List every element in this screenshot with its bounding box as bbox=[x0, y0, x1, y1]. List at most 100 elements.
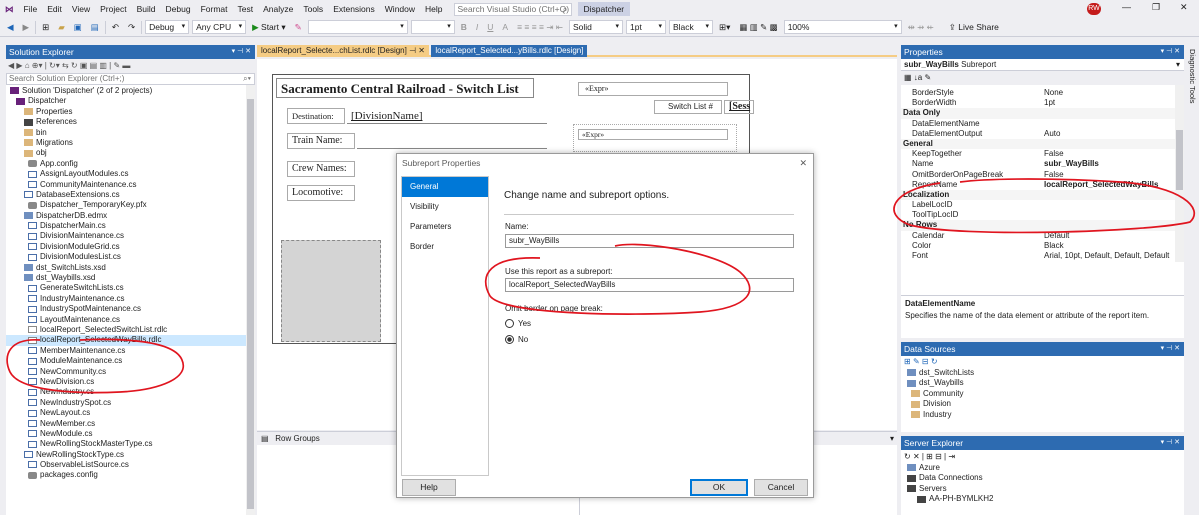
font-color-icon[interactable]: A bbox=[499, 20, 511, 35]
nav-border[interactable]: Border bbox=[402, 237, 488, 257]
tree-item[interactable]: DispatcherMain.cs bbox=[6, 221, 255, 231]
tree-item[interactable]: NewCommunity.cs bbox=[6, 367, 255, 377]
tree-item[interactable]: DispatcherDB.edmx bbox=[6, 211, 255, 221]
menu-debug[interactable]: Debug bbox=[161, 0, 196, 18]
tree-item[interactable]: dst_SwitchLists.xsd bbox=[6, 263, 255, 273]
menu-file[interactable]: File bbox=[19, 0, 43, 18]
tree-item[interactable]: ModuleMaintenance.cs bbox=[6, 356, 255, 366]
underline-icon[interactable]: U bbox=[484, 20, 496, 35]
configure-icon[interactable]: ⊟ bbox=[922, 357, 929, 366]
use-report-input[interactable]: localReport_SelectedWayBills bbox=[505, 278, 794, 292]
menu-test[interactable]: Test bbox=[233, 0, 259, 18]
server-explorer-item[interactable]: Data Connections bbox=[901, 473, 1184, 483]
properties-scrollbar[interactable] bbox=[1175, 85, 1184, 262]
tree-item[interactable]: Dispatcher_TemporaryKey.pfx bbox=[6, 200, 255, 210]
platform-select[interactable]: Any CPU bbox=[192, 20, 247, 34]
font-family-select[interactable] bbox=[307, 20, 408, 34]
tree-item[interactable]: Dispatcher bbox=[6, 96, 255, 106]
edit-data-source-icon[interactable]: ✎ bbox=[913, 357, 920, 366]
nav-visibility[interactable]: Visibility bbox=[402, 197, 488, 217]
diagnostic-tools-side-tab[interactable]: Diagnostic Tools bbox=[1186, 45, 1198, 195]
dialog-close-icon[interactable]: ✕ bbox=[799, 154, 807, 172]
property-row[interactable]: DataElementName bbox=[901, 119, 1184, 129]
tree-item[interactable]: NewModule.cs bbox=[6, 429, 255, 439]
tree-item[interactable]: DatabaseExtensions.cs bbox=[6, 190, 255, 200]
locomotive-label[interactable]: Locomotive: bbox=[287, 185, 355, 201]
property-row[interactable]: BorderStyle None bbox=[901, 88, 1184, 98]
menu-extensions[interactable]: Extensions bbox=[328, 0, 380, 18]
tree-item[interactable]: App.config bbox=[6, 159, 255, 169]
redo-icon[interactable]: ↷ bbox=[125, 20, 138, 35]
destination-value[interactable]: [DivisionName] bbox=[347, 108, 547, 124]
property-category[interactable]: Data Only bbox=[901, 108, 1184, 119]
undo-icon[interactable]: ↶ bbox=[109, 20, 122, 35]
solution-scrollbar[interactable] bbox=[246, 85, 255, 515]
cancel-button[interactable]: Cancel bbox=[754, 479, 808, 496]
close-icon[interactable]: ✕ bbox=[1180, 2, 1188, 13]
menu-window[interactable]: Window bbox=[380, 0, 420, 18]
data-source-item[interactable]: dst_SwitchLists bbox=[901, 368, 1184, 378]
align-layout-icons[interactable]: ⇹ ⇸ ⇷ bbox=[905, 20, 937, 35]
tree-item[interactable]: References bbox=[6, 117, 255, 127]
borders-icon[interactable]: ⊞▾ bbox=[716, 20, 733, 35]
property-row[interactable]: DataElementOutput Auto bbox=[901, 129, 1184, 139]
switch-list-label[interactable]: Switch List # bbox=[654, 100, 722, 114]
save-all-icon[interactable]: ▤ bbox=[88, 20, 102, 35]
tree-item[interactable]: MemberMaintenance.cs bbox=[6, 346, 255, 356]
refresh-icon[interactable]: ↻ bbox=[931, 357, 938, 366]
tree-item[interactable]: CommunityMaintenance.cs bbox=[6, 180, 255, 190]
nav-general[interactable]: General bbox=[402, 177, 488, 197]
help-button[interactable]: Help bbox=[402, 479, 456, 496]
connect-server-icon[interactable]: ⊟ bbox=[935, 452, 942, 461]
name-input[interactable]: subr_WayBills bbox=[505, 234, 794, 248]
font-size-select[interactable] bbox=[410, 20, 455, 34]
panel-controls-icon[interactable]: ▾ ⊣ ✕ bbox=[232, 45, 251, 59]
menu-edit[interactable]: Edit bbox=[42, 0, 67, 18]
forward-icon[interactable]: ▶ bbox=[20, 20, 33, 35]
property-value[interactable]: Default bbox=[1041, 231, 1184, 241]
tree-item[interactable]: packages.config bbox=[6, 470, 255, 480]
property-value[interactable]: Black bbox=[1041, 241, 1184, 251]
property-row[interactable]: ReportName localReport_SelectedWayBills bbox=[901, 180, 1184, 190]
grouping-dropdown-icon[interactable]: ▾ bbox=[890, 432, 894, 445]
property-value[interactable]: localReport_SelectedWayBills bbox=[1041, 180, 1184, 190]
property-value[interactable]: None bbox=[1041, 88, 1184, 98]
radio-yes[interactable]: Yes bbox=[505, 319, 531, 329]
report-layout-icons[interactable]: ▦ ▥ ✎ ▩ bbox=[736, 20, 780, 35]
tab-close-icon[interactable]: ✕ bbox=[418, 46, 425, 55]
stop-icon[interactable]: ✕ bbox=[913, 452, 920, 461]
property-value[interactable] bbox=[1041, 200, 1184, 210]
panel-controls-icon[interactable]: ▾ ⊣ ✕ bbox=[1161, 342, 1180, 356]
data-source-item[interactable]: Industry bbox=[901, 410, 1184, 420]
property-row[interactable]: Color Black bbox=[901, 241, 1184, 251]
property-category[interactable]: Localization bbox=[901, 189, 1184, 201]
live-share-button[interactable]: ⇪ Live Share bbox=[946, 20, 1002, 35]
connect-db-icon[interactable]: ⊞ bbox=[926, 452, 933, 461]
scrollbar-thumb[interactable] bbox=[247, 99, 254, 509]
expr-textbox-1[interactable]: «Expr» bbox=[578, 82, 728, 96]
property-value[interactable]: subr_WayBills bbox=[1041, 159, 1184, 169]
tree-item[interactable]: DivisionModuleGrid.cs bbox=[6, 242, 255, 252]
tree-item[interactable]: localReport_SelectedWayBills.rdlc bbox=[6, 335, 255, 346]
new-project-icon[interactable]: ⊞ bbox=[39, 20, 52, 35]
zoom-select[interactable]: 100% bbox=[783, 20, 902, 34]
property-row[interactable]: LabelLocID bbox=[901, 200, 1184, 210]
expr-textbox-2[interactable]: «Expr» bbox=[578, 129, 728, 140]
tree-item[interactable]: DivisionModulesList.cs bbox=[6, 252, 255, 262]
border-width-select[interactable]: 1pt bbox=[625, 20, 666, 34]
menu-view[interactable]: View bbox=[67, 0, 95, 18]
add-data-source-icon[interactable]: ⊞ bbox=[904, 357, 911, 366]
tree-item[interactable]: GenerateSwitchLists.cs bbox=[6, 283, 255, 293]
open-icon[interactable]: ▰ bbox=[55, 20, 68, 35]
vs-search-input[interactable]: Search Visual Studio (Ctrl+Q) ⌕ bbox=[453, 2, 572, 16]
start-button[interactable]: ▶ Start ▾ bbox=[249, 20, 289, 35]
property-row[interactable]: Calendar Default bbox=[901, 231, 1184, 241]
save-icon[interactable]: ▣ bbox=[71, 20, 85, 35]
solution-search-input[interactable]: Search Solution Explorer (Ctrl+;) ⌕▾ bbox=[6, 73, 255, 85]
tree-item[interactable]: LayoutMaintenance.cs bbox=[6, 315, 255, 325]
server-explorer-item[interactable]: AA-PH-BYMLKH2 bbox=[901, 494, 1184, 504]
property-value[interactable]: False bbox=[1041, 149, 1184, 159]
ok-button[interactable]: OK bbox=[690, 479, 748, 496]
panel-controls-icon[interactable]: ▾ ⊣ ✕ bbox=[1161, 45, 1180, 59]
tree-item[interactable]: AssignLayoutModules.cs bbox=[6, 169, 255, 179]
